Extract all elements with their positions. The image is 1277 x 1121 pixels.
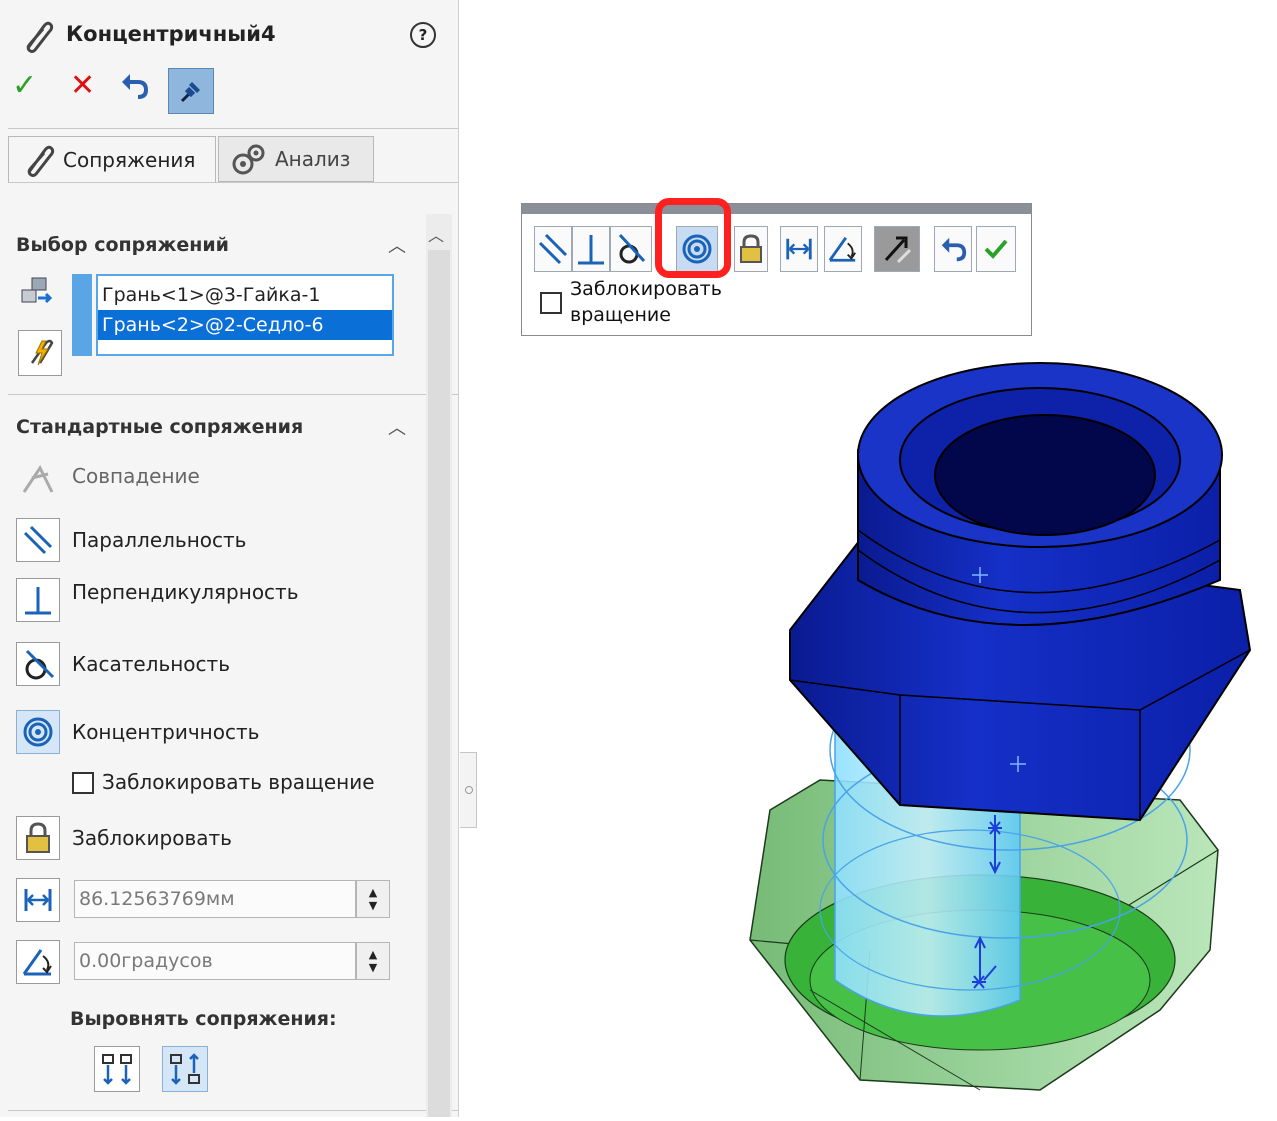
aligned-button[interactable] <box>94 1046 140 1092</box>
list-item[interactable]: Грань<2>@2-Седло-6 <box>98 310 392 340</box>
padlock-icon <box>740 234 762 263</box>
divider <box>8 182 458 183</box>
popup-parallel-button[interactable] <box>534 226 572 272</box>
feature-title: Концентричный4 <box>66 22 276 46</box>
parallel-label[interactable]: Параллельность <box>72 528 246 552</box>
standard-mates-header: Стандартные сопряжения <box>16 416 304 438</box>
cancel-button[interactable]: ✕ <box>70 68 95 103</box>
align-mates-label: Выровнять сопряжения: <box>70 1008 337 1030</box>
anti-align-icon <box>170 1053 200 1085</box>
angle-input[interactable]: 0.00градусов <box>74 942 356 980</box>
distance-button[interactable] <box>16 878 60 922</box>
distance-spinner[interactable]: ▲ ▼ <box>356 880 390 918</box>
lock-button[interactable] <box>16 816 60 860</box>
align-icon <box>102 1054 132 1085</box>
angle-icon <box>22 949 52 976</box>
divider <box>8 394 458 395</box>
tangent-icon <box>618 233 646 264</box>
tangent-button[interactable] <box>16 642 60 686</box>
graphics-viewport[interactable] <box>740 350 1277 1117</box>
distance-input[interactable]: 86.12563769мм <box>74 880 356 918</box>
angle-spinner[interactable]: ▲ ▼ <box>356 942 390 980</box>
popup-undo-button[interactable] <box>934 226 972 272</box>
distance-icon <box>786 238 812 260</box>
spin-up-icon[interactable]: ▲ <box>369 886 377 899</box>
assembly-model[interactable] <box>740 350 1277 1117</box>
perpendicular-icon <box>578 235 604 265</box>
scroll-up-icon[interactable]: ︿ <box>428 222 444 246</box>
spin-down-icon[interactable]: ▼ <box>369 899 377 912</box>
padlock-icon <box>26 822 50 853</box>
mate-popup-toolbar: Заблокировать вращение <box>521 203 1032 336</box>
lock-rotation-label: Заблокировать вращение <box>102 770 375 794</box>
undo-icon <box>122 74 149 99</box>
lightning-paperclip-icon <box>30 339 54 366</box>
tab-analysis-label: Анализ <box>275 147 351 171</box>
perpendicular-button[interactable] <box>16 578 60 622</box>
gears-icon <box>232 144 265 175</box>
concentric-icon <box>23 717 53 747</box>
undo-icon <box>941 237 967 262</box>
tangent-icon <box>25 649 55 680</box>
popup-ok-button[interactable] <box>976 226 1016 272</box>
popup-flip-alignment-button[interactable] <box>874 226 920 272</box>
selection-color-bar <box>72 274 92 356</box>
component-selection-icon[interactable] <box>18 276 54 314</box>
parallel-icon <box>23 525 53 555</box>
parallel-icon <box>538 233 568 265</box>
popup-lock-rotation-label-line2: вращение <box>570 304 671 326</box>
tangent-label[interactable]: Касательность <box>72 652 230 676</box>
parallel-button[interactable] <box>16 518 60 562</box>
collapse-chevron-icon[interactable]: ︿ <box>388 232 406 258</box>
perpendicular-icon <box>25 587 51 615</box>
list-item[interactable]: Грань<1>@3-Гайка-1 <box>98 280 392 310</box>
undo-button[interactable] <box>116 68 152 104</box>
concentric-label[interactable]: Концентричность <box>72 720 259 744</box>
scrollbar-thumb[interactable] <box>428 250 450 1117</box>
lock-label[interactable]: Заблокировать <box>72 826 232 850</box>
popup-lock-button[interactable] <box>734 226 768 272</box>
mate-selections-header: Выбор сопряжений <box>16 234 229 256</box>
popup-titlebar[interactable] <box>522 204 1031 214</box>
handle-dot-icon <box>465 786 473 794</box>
paperclip-icon <box>18 18 54 58</box>
popup-lock-rotation-label-line1: Заблокировать <box>570 278 722 300</box>
angle-icon <box>828 236 856 262</box>
divider <box>8 128 458 129</box>
tab-mates[interactable]: Сопряжения <box>8 136 216 182</box>
pushpin-icon <box>180 82 200 103</box>
perpendicular-label[interactable]: Перпендикулярность <box>72 580 299 604</box>
pin-button[interactable] <box>168 68 214 114</box>
distance-icon <box>24 889 52 911</box>
popup-lock-rotation-checkbox[interactable] <box>540 292 562 314</box>
property-manager: Концентричный4 ? ✓ ✕ Сопряжения Анализ В… <box>0 0 459 1117</box>
collapse-chevron-icon[interactable]: ︿ <box>388 414 406 440</box>
anti-aligned-button[interactable] <box>162 1046 208 1092</box>
tab-mates-label: Сопряжения <box>63 147 196 172</box>
coincident-icon <box>20 460 58 500</box>
highlight-annotation <box>655 198 731 278</box>
nut-part[interactable] <box>789 362 1252 822</box>
help-icon[interactable]: ? <box>410 22 436 48</box>
popup-distance-button[interactable] <box>780 226 818 272</box>
ok-button[interactable]: ✓ <box>12 68 37 103</box>
popup-angle-button[interactable] <box>824 226 862 272</box>
lock-rotation-checkbox[interactable] <box>72 772 94 794</box>
paperclip-icon <box>27 145 55 177</box>
spin-up-icon[interactable]: ▲ <box>369 948 377 961</box>
concentric-button[interactable] <box>16 710 60 754</box>
tab-analysis[interactable]: Анализ <box>218 136 374 182</box>
check-icon <box>984 239 1008 259</box>
popup-tangent-button[interactable] <box>610 226 652 272</box>
flip-alignment-icon <box>884 236 912 264</box>
mate-selection-list[interactable]: Грань<1>@3-Гайка-1 Грань<2>@2-Седло-6 <box>96 274 394 356</box>
spin-down-icon[interactable]: ▼ <box>369 961 377 974</box>
popup-perpendicular-button[interactable] <box>572 226 610 272</box>
smart-mate-button[interactable] <box>18 330 62 376</box>
coincident-label[interactable]: Совпадение <box>72 464 200 488</box>
angle-button[interactable] <box>16 940 60 984</box>
divider <box>8 1110 458 1111</box>
